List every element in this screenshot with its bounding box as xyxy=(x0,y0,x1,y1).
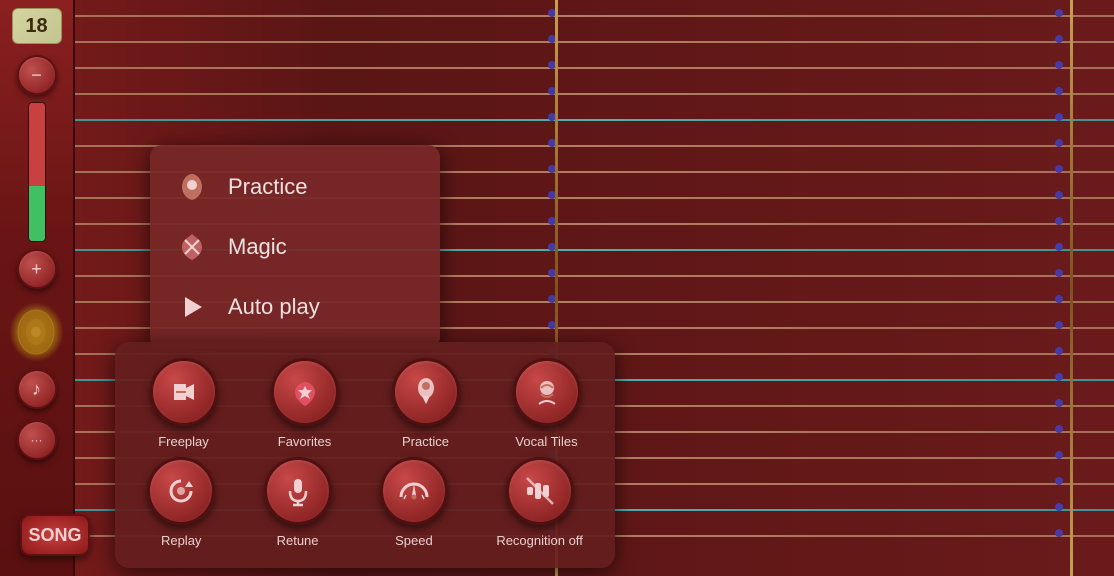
ornament-decoration xyxy=(9,302,64,362)
bridge-line-right xyxy=(1070,0,1073,576)
left-sidebar: 18 − + ♪ ··· xyxy=(0,0,75,576)
volume-control: − + xyxy=(17,52,57,292)
replay-label: Replay xyxy=(161,533,201,548)
freeplay-button[interactable] xyxy=(150,358,218,426)
recognition-control[interactable]: Recognition off xyxy=(496,457,583,548)
retune-label: Retune xyxy=(277,533,319,548)
retune-control[interactable]: Retune xyxy=(264,457,332,548)
autoplay-icon xyxy=(174,289,210,325)
music-button[interactable]: ♪ xyxy=(17,369,57,409)
practice-button[interactable] xyxy=(392,358,460,426)
volume-decrease-button[interactable]: − xyxy=(17,55,57,95)
controls-row-2: Replay Retune xyxy=(131,457,599,548)
retune-button[interactable] xyxy=(264,457,332,525)
magic-icon xyxy=(174,229,210,265)
string-line-3 xyxy=(70,93,1114,95)
number-badge: 18 xyxy=(12,8,62,44)
speed-button[interactable] xyxy=(380,457,448,525)
vocal-tiles-label: Vocal Tiles xyxy=(515,434,577,449)
controls-panel: Freeplay Favorites Practice xyxy=(115,342,615,568)
controls-row-1: Freeplay Favorites Practice xyxy=(131,358,599,449)
practice-label: Practice xyxy=(402,434,449,449)
replay-button[interactable] xyxy=(147,457,215,525)
mode-menu-autoplay[interactable]: Auto play xyxy=(150,277,440,337)
recognition-button[interactable] xyxy=(506,457,574,525)
song-button[interactable]: SONG xyxy=(20,514,90,556)
mode-menu-practice[interactable]: Practice xyxy=(150,157,440,217)
string-line-4 xyxy=(70,119,1114,121)
volume-slider[interactable] xyxy=(28,102,46,242)
vocal-tiles-control[interactable]: Vocal Tiles xyxy=(513,358,581,449)
freeplay-label: Freeplay xyxy=(158,434,209,449)
string-line-1 xyxy=(70,41,1114,43)
practice-icon xyxy=(174,169,210,205)
replay-control[interactable]: Replay xyxy=(147,457,215,548)
volume-increase-button[interactable]: + xyxy=(17,249,57,289)
speed-control[interactable]: Speed xyxy=(380,457,448,548)
favorites-control[interactable]: Favorites xyxy=(271,358,339,449)
string-line-2 xyxy=(70,67,1114,69)
vocal-tiles-button[interactable] xyxy=(513,358,581,426)
speed-label: Speed xyxy=(395,533,433,548)
mode-menu-magic[interactable]: Magic xyxy=(150,217,440,277)
practice-control[interactable]: Practice xyxy=(392,358,460,449)
favorites-button[interactable] xyxy=(271,358,339,426)
recognition-label: Recognition off xyxy=(496,533,583,548)
string-line-0 xyxy=(70,15,1114,17)
more-button[interactable]: ··· xyxy=(17,420,57,460)
freeplay-control[interactable]: Freeplay xyxy=(150,358,218,449)
mode-menu: Practice Magic Auto play xyxy=(150,145,440,349)
favorites-label: Favorites xyxy=(278,434,331,449)
